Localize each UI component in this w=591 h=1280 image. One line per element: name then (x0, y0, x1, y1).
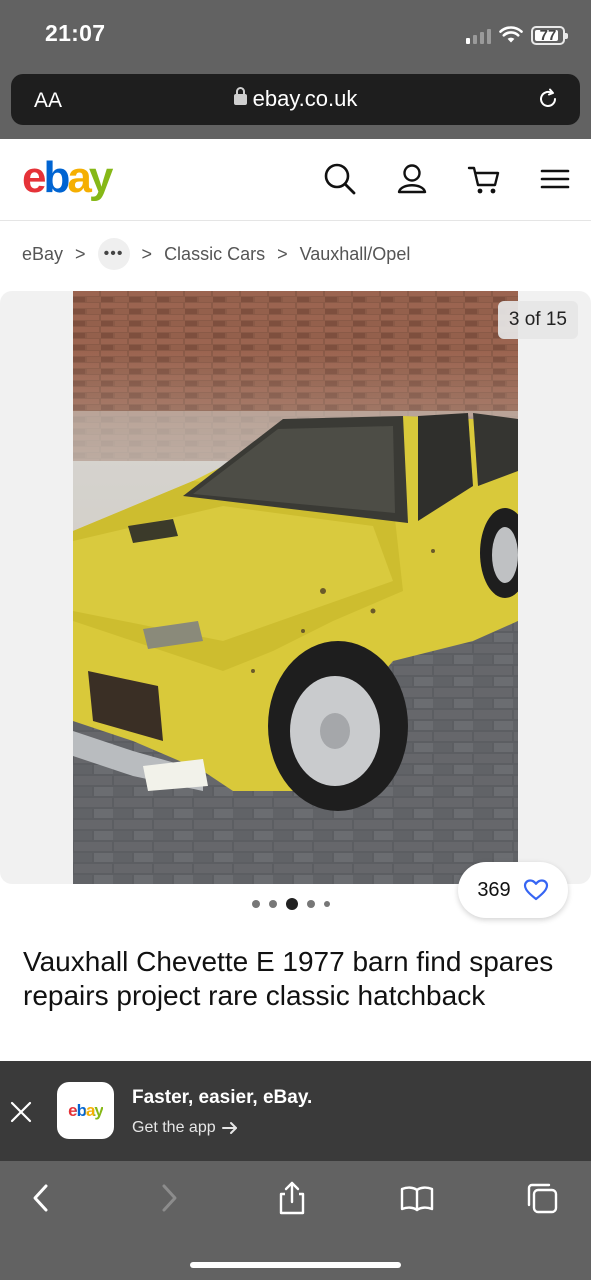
heart-icon (523, 879, 548, 901)
ebay-logo[interactable]: ebay (22, 153, 114, 203)
banner-title: Faster, easier, eBay. (132, 1087, 313, 1108)
close-icon[interactable] (10, 1101, 32, 1123)
image-gallery[interactable]: 3 of 15 (0, 291, 591, 884)
battery-icon: 77 (531, 25, 568, 45)
lock-icon (233, 87, 247, 105)
listing-title: Vauxhall Chevette E 1977 barn find spare… (23, 946, 554, 1011)
breadcrumb-item-ebay[interactable]: eBay (22, 244, 63, 265)
battery-level: 77 (539, 26, 557, 44)
carousel-dot[interactable] (269, 900, 277, 908)
logo-letter-b: b (43, 153, 70, 202)
image-counter-badge: 3 of 15 (497, 301, 578, 339)
breadcrumb-more-button[interactable]: ••• (97, 238, 130, 270)
status-time: 21:07 (45, 20, 106, 46)
get-app-label: Get the app (132, 1119, 216, 1136)
breadcrumb-separator: > (141, 243, 153, 264)
forward-icon[interactable] (151, 1181, 185, 1215)
menu-icon[interactable] (537, 161, 573, 197)
account-icon[interactable] (394, 161, 430, 197)
site-header: ebay (0, 139, 591, 221)
breadcrumb-separator: > (277, 243, 288, 264)
arrow-right-icon (221, 1122, 237, 1134)
watch-button[interactable]: 369 (458, 862, 568, 918)
url-display[interactable]: ebay.co.uk (11, 86, 580, 112)
back-icon[interactable] (25, 1181, 59, 1215)
get-app-link[interactable]: Get the app (132, 1119, 238, 1137)
carousel-dot[interactable] (307, 900, 315, 908)
cart-icon[interactable] (466, 161, 502, 197)
breadcrumb-separator: > (75, 243, 86, 264)
carousel-dot[interactable] (252, 900, 260, 908)
cellular-signal-icon (466, 26, 491, 44)
wifi-icon (499, 26, 523, 43)
status-indicators: 77 (466, 24, 568, 46)
search-icon[interactable] (322, 161, 358, 197)
breadcrumb: eBay > ••• > Classic Cars > Vauxhall/Ope… (22, 237, 410, 271)
ebay-app-icon[interactable]: ebay (57, 1082, 114, 1139)
logo-letter-e: e (22, 153, 47, 202)
home-indicator (190, 1262, 401, 1268)
tabs-icon[interactable] (525, 1181, 559, 1215)
reload-icon[interactable] (536, 87, 560, 111)
listing-photo[interactable] (73, 291, 518, 884)
carousel-dot[interactable] (324, 901, 330, 907)
app-icon-text: ebay (68, 1100, 104, 1120)
url-domain: ebay.co.uk (252, 86, 358, 111)
breadcrumb-item-vauxhall-opel[interactable]: Vauxhall/Opel (300, 244, 411, 265)
logo-letter-a: a (67, 153, 92, 202)
bookmarks-icon[interactable] (400, 1181, 434, 1215)
logo-letter-y: y (88, 153, 114, 202)
breadcrumb-item-classic-cars[interactable]: Classic Cars (164, 244, 265, 265)
address-bar[interactable]: AA ebay.co.uk (11, 74, 580, 125)
carousel-pagination[interactable] (252, 898, 330, 910)
app-promo-banner[interactable]: ebay Faster, easier, eBay. Get the app (0, 1061, 591, 1161)
safari-top-chrome: 21:07 77 AA ebay.co.uk (0, 0, 591, 139)
share-icon[interactable] (275, 1181, 309, 1215)
watch-count: 369 (477, 878, 511, 901)
carousel-dot-active[interactable] (286, 898, 298, 910)
